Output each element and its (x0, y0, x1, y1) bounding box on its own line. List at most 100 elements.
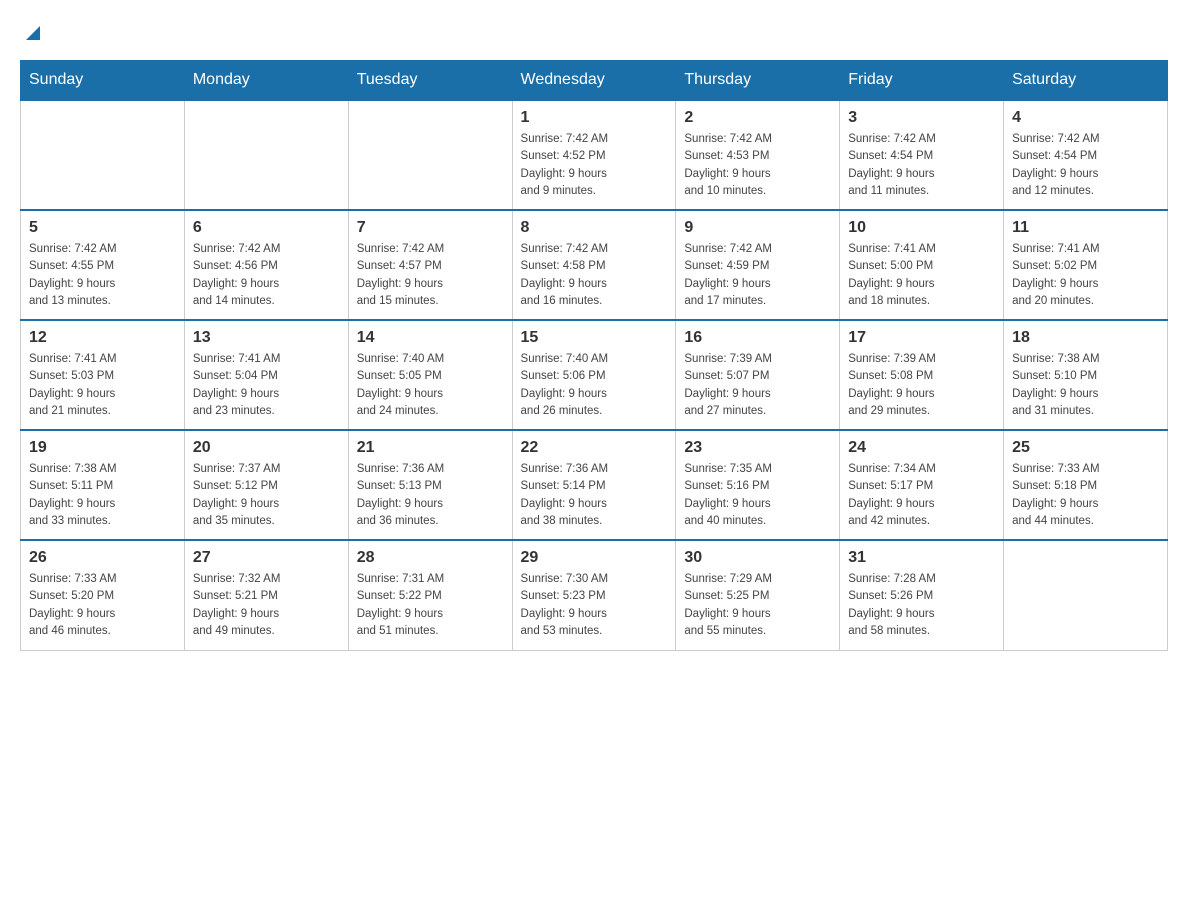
calendar-cell: 5 Sunrise: 7:42 AM Sunset: 4:55 PM Daylig… (21, 210, 185, 320)
calendar-cell: 30 Sunrise: 7:29 AM Sunset: 5:25 PM Dayli… (676, 540, 840, 650)
day-number: 21 (357, 439, 504, 457)
day-number: 11 (1012, 219, 1159, 237)
calendar-cell: 28 Sunrise: 7:31 AM Sunset: 5:22 PM Dayli… (348, 540, 512, 650)
day-number: 16 (684, 329, 831, 347)
calendar-cell: 16 Sunrise: 7:39 AM Sunset: 5:07 PM Dayli… (676, 320, 840, 430)
calendar-cell (1004, 540, 1168, 650)
calendar-header-row: SundayMondayTuesdayWednesdayThursdayFrid… (21, 61, 1168, 101)
calendar-cell: 20 Sunrise: 7:37 AM Sunset: 5:12 PM Dayli… (184, 430, 348, 540)
calendar-cell: 10 Sunrise: 7:41 AM Sunset: 5:00 PM Dayli… (840, 210, 1004, 320)
day-number: 29 (521, 549, 668, 567)
day-info: Sunrise: 7:42 AM Sunset: 4:56 PM Dayligh… (193, 241, 340, 310)
calendar-cell (348, 100, 512, 210)
calendar-cell: 9 Sunrise: 7:42 AM Sunset: 4:59 PM Daylig… (676, 210, 840, 320)
calendar-day-header: Saturday (1004, 61, 1168, 101)
logo (20, 20, 44, 40)
calendar-cell: 6 Sunrise: 7:42 AM Sunset: 4:56 PM Daylig… (184, 210, 348, 320)
calendar-cell: 11 Sunrise: 7:41 AM Sunset: 5:02 PM Dayli… (1004, 210, 1168, 320)
day-info: Sunrise: 7:35 AM Sunset: 5:16 PM Dayligh… (684, 461, 831, 530)
day-info: Sunrise: 7:40 AM Sunset: 5:05 PM Dayligh… (357, 351, 504, 420)
day-info: Sunrise: 7:30 AM Sunset: 5:23 PM Dayligh… (521, 571, 668, 640)
calendar-week-row: 5 Sunrise: 7:42 AM Sunset: 4:55 PM Daylig… (21, 210, 1168, 320)
calendar-week-row: 12 Sunrise: 7:41 AM Sunset: 5:03 PM Dayli… (21, 320, 1168, 430)
day-number: 28 (357, 549, 504, 567)
day-info: Sunrise: 7:29 AM Sunset: 5:25 PM Dayligh… (684, 571, 831, 640)
logo-triangle-icon (22, 22, 44, 44)
day-info: Sunrise: 7:41 AM Sunset: 5:00 PM Dayligh… (848, 241, 995, 310)
day-number: 10 (848, 219, 995, 237)
day-info: Sunrise: 7:42 AM Sunset: 4:52 PM Dayligh… (521, 131, 668, 200)
day-info: Sunrise: 7:41 AM Sunset: 5:03 PM Dayligh… (29, 351, 176, 420)
day-number: 4 (1012, 109, 1159, 127)
day-number: 30 (684, 549, 831, 567)
calendar-cell: 1 Sunrise: 7:42 AM Sunset: 4:52 PM Daylig… (512, 100, 676, 210)
calendar-cell: 13Sunrise: 7:41 AM Sunset: 5:04 PM Dayli… (184, 320, 348, 430)
day-number: 7 (357, 219, 504, 237)
day-info: Sunrise: 7:42 AM Sunset: 4:59 PM Dayligh… (684, 241, 831, 310)
day-info: Sunrise: 7:38 AM Sunset: 5:10 PM Dayligh… (1012, 351, 1159, 420)
calendar-cell: 14 Sunrise: 7:40 AM Sunset: 5:05 PM Dayli… (348, 320, 512, 430)
calendar-cell: 12 Sunrise: 7:41 AM Sunset: 5:03 PM Dayli… (21, 320, 185, 430)
calendar-cell: 8 Sunrise: 7:42 AM Sunset: 4:58 PM Daylig… (512, 210, 676, 320)
day-number: 22 (521, 439, 668, 457)
day-number: 14 (357, 329, 504, 347)
calendar-week-row: 19Sunrise: 7:38 AM Sunset: 5:11 PM Dayli… (21, 430, 1168, 540)
calendar-cell: 23 Sunrise: 7:35 AM Sunset: 5:16 PM Dayli… (676, 430, 840, 540)
day-info: Sunrise: 7:32 AM Sunset: 5:21 PM Dayligh… (193, 571, 340, 640)
day-info: Sunrise: 7:41 AM Sunset: 5:04 PM Dayligh… (193, 351, 340, 420)
day-info: Sunrise: 7:34 AM Sunset: 5:17 PM Dayligh… (848, 461, 995, 530)
calendar-cell: 29 Sunrise: 7:30 AM Sunset: 5:23 PM Dayli… (512, 540, 676, 650)
day-info: Sunrise: 7:36 AM Sunset: 5:13 PM Dayligh… (357, 461, 504, 530)
day-number: 26 (29, 549, 176, 567)
day-info: Sunrise: 7:42 AM Sunset: 4:54 PM Dayligh… (1012, 131, 1159, 200)
calendar-cell: 26 Sunrise: 7:33 AM Sunset: 5:20 PM Dayli… (21, 540, 185, 650)
calendar-day-header: Wednesday (512, 61, 676, 101)
day-number: 17 (848, 329, 995, 347)
calendar-cell: 22Sunrise: 7:36 AM Sunset: 5:14 PM Dayli… (512, 430, 676, 540)
calendar-cell: 18 Sunrise: 7:38 AM Sunset: 5:10 PM Dayli… (1004, 320, 1168, 430)
day-number: 1 (521, 109, 668, 127)
calendar-table: SundayMondayTuesdayWednesdayThursdayFrid… (20, 60, 1168, 651)
calendar-day-header: Sunday (21, 61, 185, 101)
day-number: 5 (29, 219, 176, 237)
day-number: 24 (848, 439, 995, 457)
day-info: Sunrise: 7:42 AM Sunset: 4:58 PM Dayligh… (521, 241, 668, 310)
day-number: 23 (684, 439, 831, 457)
day-number: 20 (193, 439, 340, 457)
day-info: Sunrise: 7:37 AM Sunset: 5:12 PM Dayligh… (193, 461, 340, 530)
calendar-cell: 15Sunrise: 7:40 AM Sunset: 5:06 PM Dayli… (512, 320, 676, 430)
day-number: 8 (521, 219, 668, 237)
calendar-cell: 25Sunrise: 7:33 AM Sunset: 5:18 PM Dayli… (1004, 430, 1168, 540)
calendar-cell: 7 Sunrise: 7:42 AM Sunset: 4:57 PM Daylig… (348, 210, 512, 320)
day-number: 27 (193, 549, 340, 567)
day-info: Sunrise: 7:42 AM Sunset: 4:57 PM Dayligh… (357, 241, 504, 310)
day-info: Sunrise: 7:31 AM Sunset: 5:22 PM Dayligh… (357, 571, 504, 640)
day-number: 6 (193, 219, 340, 237)
day-info: Sunrise: 7:42 AM Sunset: 4:54 PM Dayligh… (848, 131, 995, 200)
day-info: Sunrise: 7:39 AM Sunset: 5:07 PM Dayligh… (684, 351, 831, 420)
day-number: 18 (1012, 329, 1159, 347)
calendar-cell: 3 Sunrise: 7:42 AM Sunset: 4:54 PM Daylig… (840, 100, 1004, 210)
calendar-cell: 17Sunrise: 7:39 AM Sunset: 5:08 PM Dayli… (840, 320, 1004, 430)
calendar-day-header: Monday (184, 61, 348, 101)
day-number: 19 (29, 439, 176, 457)
calendar-week-row: 1 Sunrise: 7:42 AM Sunset: 4:52 PM Daylig… (21, 100, 1168, 210)
day-number: 3 (848, 109, 995, 127)
calendar-cell (184, 100, 348, 210)
calendar-day-header: Friday (840, 61, 1004, 101)
calendar-cell: 21 Sunrise: 7:36 AM Sunset: 5:13 PM Dayli… (348, 430, 512, 540)
day-info: Sunrise: 7:42 AM Sunset: 4:55 PM Dayligh… (29, 241, 176, 310)
day-info: Sunrise: 7:41 AM Sunset: 5:02 PM Dayligh… (1012, 241, 1159, 310)
day-number: 9 (684, 219, 831, 237)
calendar-day-header: Tuesday (348, 61, 512, 101)
calendar-cell: 19Sunrise: 7:38 AM Sunset: 5:11 PM Dayli… (21, 430, 185, 540)
calendar-week-row: 26 Sunrise: 7:33 AM Sunset: 5:20 PM Dayli… (21, 540, 1168, 650)
calendar-day-header: Thursday (676, 61, 840, 101)
day-info: Sunrise: 7:33 AM Sunset: 5:20 PM Dayligh… (29, 571, 176, 640)
calendar-cell (21, 100, 185, 210)
calendar-cell: 2Sunrise: 7:42 AM Sunset: 4:53 PM Daylig… (676, 100, 840, 210)
calendar-cell: 27 Sunrise: 7:32 AM Sunset: 5:21 PM Dayli… (184, 540, 348, 650)
day-number: 25 (1012, 439, 1159, 457)
day-number: 12 (29, 329, 176, 347)
calendar-cell: 4 Sunrise: 7:42 AM Sunset: 4:54 PM Daylig… (1004, 100, 1168, 210)
